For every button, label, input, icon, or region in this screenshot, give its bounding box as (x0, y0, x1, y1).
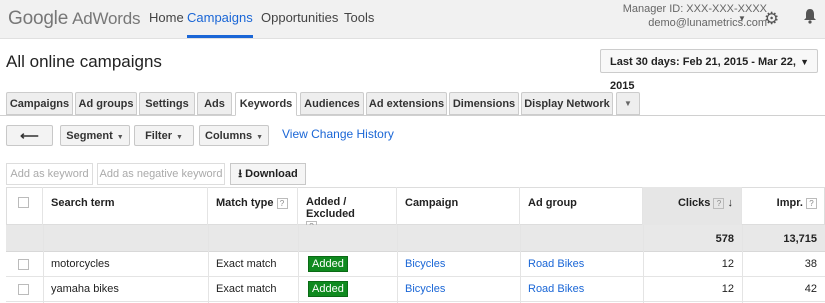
added-excluded-label: Added / Excluded (306, 196, 355, 220)
header-search-term[interactable]: Search term (43, 187, 208, 225)
impr-cell: 38 (804, 258, 817, 270)
chevron-down-icon: ▼ (800, 57, 809, 67)
column-divider (643, 225, 644, 303)
total-clicks: 578 (715, 233, 734, 245)
bell-icon[interactable] (803, 8, 817, 29)
tab-ads[interactable]: Ads (197, 92, 232, 115)
impr-label: Impr. (776, 197, 803, 209)
campaign-link[interactable]: Bicycles (405, 283, 445, 295)
header-ad-group[interactable]: Ad group (520, 187, 643, 225)
view-change-history-link[interactable]: View Change History (282, 127, 394, 141)
chevron-down-icon: ▼ (175, 134, 183, 141)
help-icon[interactable]: ? (276, 197, 288, 209)
add-as-keyword-button[interactable]: Add as keyword (6, 163, 93, 185)
download-button[interactable]: ⭳ Download (230, 163, 306, 185)
chevron-down-icon: ▼ (116, 134, 124, 141)
match-type-cell: Exact match (216, 283, 277, 295)
top-bar: Google AdWords Home Campaigns Opportuniti… (0, 0, 825, 39)
nav-home[interactable]: Home (149, 0, 184, 38)
tab-ad-groups[interactable]: Ad groups (75, 92, 137, 115)
column-divider (298, 225, 299, 303)
search-term-cell: motorcycles (51, 258, 110, 270)
segment-button[interactable]: Segment ▼ (60, 125, 130, 146)
column-divider (43, 225, 44, 303)
download-icon: ⭳ (238, 168, 243, 180)
search-term-cell: yamaha bikes (51, 283, 119, 295)
tab-display-network[interactable]: Display Network (521, 92, 613, 115)
tab-keywords[interactable]: Keywords (235, 92, 297, 116)
select-all-checkbox[interactable] (18, 197, 29, 208)
help-icon[interactable]: ? (713, 197, 725, 209)
total-impr: 13,715 (783, 233, 817, 245)
columns-label: Columns (205, 130, 253, 142)
columns-button[interactable]: Columns ▼ (199, 125, 269, 146)
tab-campaigns[interactable]: Campaigns (6, 92, 73, 115)
tab-dimensions[interactable]: Dimensions (449, 92, 519, 115)
ad-group-link[interactable]: Road Bikes (528, 283, 584, 295)
sort-down-arrow-icon: ↓ (727, 197, 734, 209)
gear-icon[interactable]: ⚙ (764, 9, 779, 29)
download-label: Download (245, 168, 298, 180)
header-impr[interactable]: Impr. ? (742, 187, 825, 225)
header-match-type[interactable]: Match type ? (208, 187, 298, 225)
filter-button[interactable]: Filter ▼ (134, 125, 194, 146)
page-title: All online campaigns (6, 52, 162, 71)
row-checkbox[interactable] (18, 259, 29, 270)
tab-settings[interactable]: Settings (139, 92, 195, 115)
date-range-label: Last 30 days: Feb 21, 2015 - Mar 22, 201… (610, 56, 796, 92)
ad-group-link[interactable]: Road Bikes (528, 258, 584, 270)
logo-product-text: AdWords (72, 9, 141, 28)
clicks-cell: 12 (721, 258, 734, 270)
column-divider (742, 225, 743, 303)
tab-audiences[interactable]: Audiences (300, 92, 364, 115)
tabs-divider (0, 115, 825, 116)
match-type-cell: Exact match (216, 258, 277, 270)
adwords-logo[interactable]: Google AdWords (8, 8, 140, 30)
row-checkbox[interactable] (18, 284, 29, 295)
chevron-down-icon: ▼ (256, 134, 263, 141)
status-badge: Added (308, 281, 348, 297)
campaign-link[interactable]: Bicycles (405, 258, 445, 270)
impr-cell: 42 (804, 283, 817, 295)
header-clicks[interactable]: Clicks ? ↓ (643, 187, 742, 225)
clicks-cell: 12 (721, 283, 734, 295)
nav-campaigns[interactable]: Campaigns (187, 0, 253, 38)
filter-label: Filter (145, 130, 172, 142)
nav-tools[interactable]: Tools (344, 0, 374, 38)
tab-ad-extensions[interactable]: Ad extensions (366, 92, 447, 115)
help-icon[interactable]: ? (806, 197, 817, 209)
column-divider (397, 225, 398, 303)
logo-google-text: Google (8, 8, 69, 29)
date-range-selector[interactable]: Last 30 days: Feb 21, 2015 - Mar 22, 201… (600, 49, 818, 92)
column-divider (520, 225, 521, 303)
tabs-more-icon[interactable]: ▼ (616, 92, 640, 115)
add-as-negative-keyword-button[interactable]: Add as negative keyword (97, 163, 225, 185)
header-campaign[interactable]: Campaign (397, 187, 520, 225)
back-arrow-icon: ⟵ (20, 128, 39, 143)
account-dropdown-icon[interactable]: ▼ (738, 14, 746, 23)
match-type-label: Match type (216, 197, 274, 209)
header-added-excluded[interactable]: Added / Excluded ? (298, 187, 397, 232)
segment-label: Segment (66, 130, 113, 142)
status-badge: Added (308, 256, 348, 272)
back-arrow-button[interactable]: ⟵ (6, 125, 53, 146)
header-select-cell (6, 187, 43, 225)
clicks-label: Clicks (677, 197, 711, 209)
nav-opportunities[interactable]: Opportunities (261, 0, 338, 38)
column-divider (208, 225, 209, 303)
